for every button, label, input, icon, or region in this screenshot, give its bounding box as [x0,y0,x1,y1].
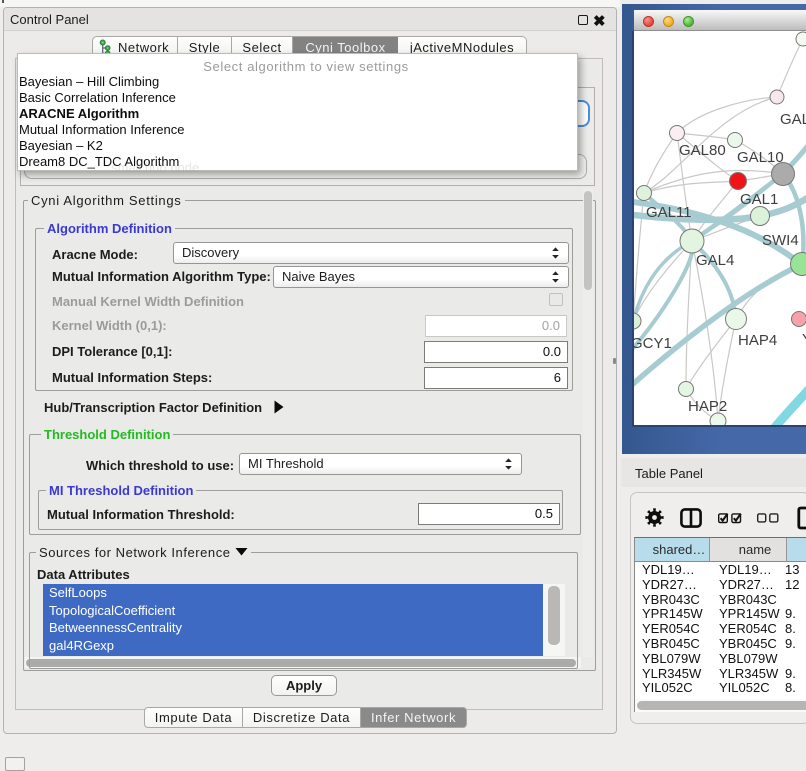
svg-text:Y: Y [802,331,806,348]
svg-text:HAP4: HAP4 [738,332,777,349]
svg-text:GAL1: GAL1 [740,191,778,208]
svg-text:GCY1: GCY1 [634,335,672,352]
svg-text:GAL80: GAL80 [679,142,726,159]
svg-text:GAL7: GAL7 [780,111,806,128]
svg-text:GAL4: GAL4 [696,252,734,269]
svg-text:GAL10: GAL10 [737,149,784,166]
svg-text:HAP2: HAP2 [688,398,727,415]
svg-text:SWI4: SWI4 [762,232,799,249]
svg-text:GAL11: GAL11 [646,204,692,221]
